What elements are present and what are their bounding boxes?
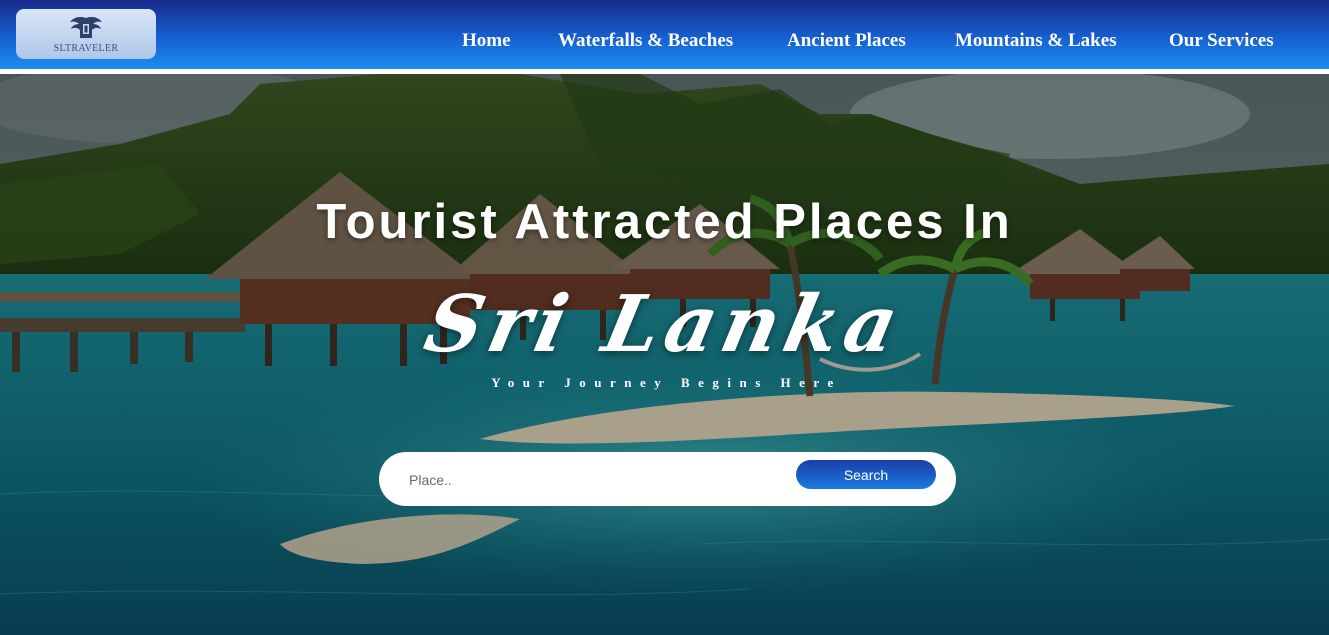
search-bar: Search: [379, 452, 956, 506]
hero-section: Tourist Attracted Places In Sri Lanka Yo…: [0, 74, 1329, 635]
nav-mountains-lakes[interactable]: Mountains & Lakes: [955, 30, 1117, 52]
nav-home[interactable]: Home: [462, 30, 511, 52]
place-search-input[interactable]: [407, 464, 781, 496]
nav-ancient-places[interactable]: Ancient Places: [787, 30, 906, 52]
search-button[interactable]: Search: [796, 460, 936, 489]
main-nav: Home Waterfalls & Beaches Ancient Places…: [0, 30, 1329, 54]
site-header: SLTRAVELER Home Waterfalls & Beaches Anc…: [0, 0, 1329, 69]
hero-tagline: Your Journey Begins Here: [491, 375, 842, 390]
nav-waterfalls-beaches[interactable]: Waterfalls & Beaches: [558, 30, 733, 52]
hero-brand-script: Sri Lanka: [417, 279, 912, 370]
hero-title: Tourist Attracted Places In: [316, 195, 1013, 249]
nav-our-services[interactable]: Our Services: [1169, 30, 1274, 52]
